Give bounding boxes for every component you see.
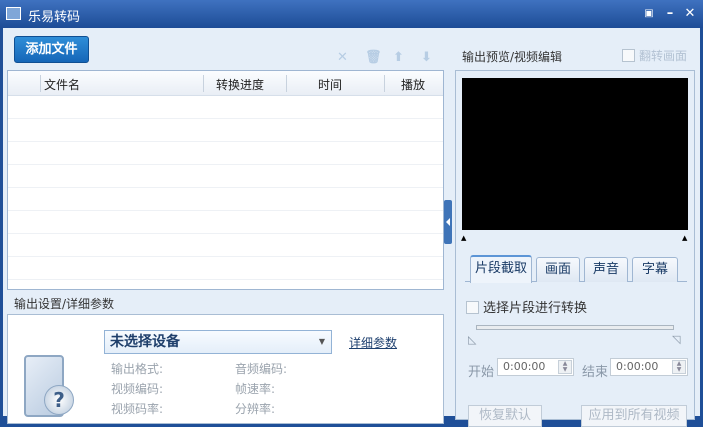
param-audio-codec: 音频编码: — [235, 362, 288, 376]
question-icon: ? — [44, 385, 74, 415]
trash-icon[interactable]: 🗑 — [365, 50, 382, 65]
spinner-icon[interactable]: ▲ ▼ — [558, 360, 572, 374]
param-video-bitrate: 视频码率: — [111, 402, 164, 416]
minimize-icon[interactable]: – — [661, 5, 679, 23]
video-preview — [462, 78, 688, 230]
reset-button[interactable]: 恢复默认 — [468, 405, 542, 427]
list-row — [8, 165, 443, 188]
preview-label: 输出预览/视频编辑 — [462, 50, 563, 64]
file-list[interactable]: 文件名 转换进度 时间 播放 — [7, 70, 444, 290]
edit-tabs: 片段截取 画面 声音 字幕 — [465, 255, 687, 283]
end-time-field[interactable]: 0:00:00 ▲ ▼ — [610, 358, 688, 376]
app-window: 乐易转码 ▣ – ✕ 添加文件 ✕ 🗑 ⬆ ⬇ 文件名 转换进度 时间 播放 输… — [0, 0, 703, 427]
close-icon[interactable]: ✕ — [681, 5, 699, 23]
list-row — [8, 234, 443, 257]
tab-subtitle[interactable]: 字幕 — [632, 257, 678, 282]
remove-icon[interactable]: ✕ — [337, 50, 348, 65]
start-time-value: 0:00:00 — [503, 360, 546, 373]
preview-panel: ▲ ▲ 片段截取 画面 声音 字幕 选择片段进行转换 ◺ ◹ 开始 0:00:0… — [455, 70, 695, 427]
start-label: 开始 — [468, 365, 495, 380]
column-play[interactable]: 播放 — [401, 76, 425, 93]
chevron-down-icon: ▼ — [318, 337, 325, 346]
end-label: 结束 — [582, 365, 609, 380]
detail-params-link[interactable]: 详细参数 — [349, 334, 397, 351]
device-select[interactable]: 未选择设备 ▼ — [104, 330, 332, 354]
column-progress[interactable]: 转换进度 — [216, 76, 264, 93]
move-down-icon[interactable]: ⬇ — [421, 50, 432, 65]
param-video-codec: 视频编码: — [111, 382, 164, 396]
select-segment-label: 选择片段进行转换 — [483, 301, 588, 316]
column-filename[interactable]: 文件名 — [44, 76, 80, 93]
apply-all-button[interactable]: 应用到所有视频 — [581, 405, 687, 427]
list-row — [8, 119, 443, 142]
end-handle[interactable]: ◹ — [672, 333, 680, 346]
output-settings-label: 输出设置/详细参数 — [14, 297, 115, 311]
select-segment-checkbox[interactable]: 选择片段进行转换 — [466, 297, 587, 316]
segment-slider[interactable] — [476, 325, 674, 330]
tab-clip[interactable]: 片段截取 — [470, 255, 532, 283]
trim-start-marker: ▲ — [461, 234, 467, 242]
title-bar: 乐易转码 ▣ – ✕ — [0, 0, 703, 28]
list-row — [8, 142, 443, 165]
start-handle[interactable]: ◺ — [468, 333, 476, 346]
move-up-icon[interactable]: ⬆ — [393, 50, 404, 65]
client-area: 添加文件 ✕ 🗑 ⬆ ⬇ 文件名 转换进度 时间 播放 输出预览/视频编辑 翻转… — [3, 28, 700, 427]
trim-end-marker: ▲ — [682, 234, 688, 242]
end-time-value: 0:00:00 — [616, 360, 659, 373]
add-file-button[interactable]: 添加文件 — [14, 36, 89, 63]
list-row — [8, 96, 443, 119]
flip-checkbox[interactable]: 翻转画面 — [622, 47, 687, 64]
device-value: 未选择设备 — [110, 334, 180, 350]
list-row — [8, 257, 443, 280]
list-row — [8, 188, 443, 211]
app-icon — [6, 7, 21, 20]
flip-label: 翻转画面 — [639, 49, 688, 63]
tab-picture[interactable]: 画面 — [536, 257, 580, 282]
output-settings-panel: ? 未选择设备 ▼ 详细参数 输出格式: 音频编码: 视频编码: 帧速率: 视频码… — [7, 314, 444, 424]
param-resolution: 分辨率: — [235, 402, 276, 416]
param-frame-rate: 帧速率: — [235, 382, 276, 396]
tab-audio[interactable]: 声音 — [584, 257, 628, 282]
start-time-field[interactable]: 0:00:00 ▲ ▼ — [497, 358, 574, 376]
checkbox-icon — [622, 49, 635, 62]
collapse-panel-handle[interactable] — [444, 200, 452, 244]
window-title: 乐易转码 — [28, 10, 81, 25]
column-time[interactable]: 时间 — [318, 76, 342, 93]
list-row — [8, 211, 443, 234]
checkbox-icon — [466, 301, 479, 314]
param-output-format: 输出格式: — [111, 362, 164, 376]
spinner-icon[interactable]: ▲ ▼ — [672, 360, 686, 374]
dropdown-icon[interactable]: ▣ — [640, 5, 658, 23]
file-list-header: 文件名 转换进度 时间 播放 — [8, 71, 443, 96]
